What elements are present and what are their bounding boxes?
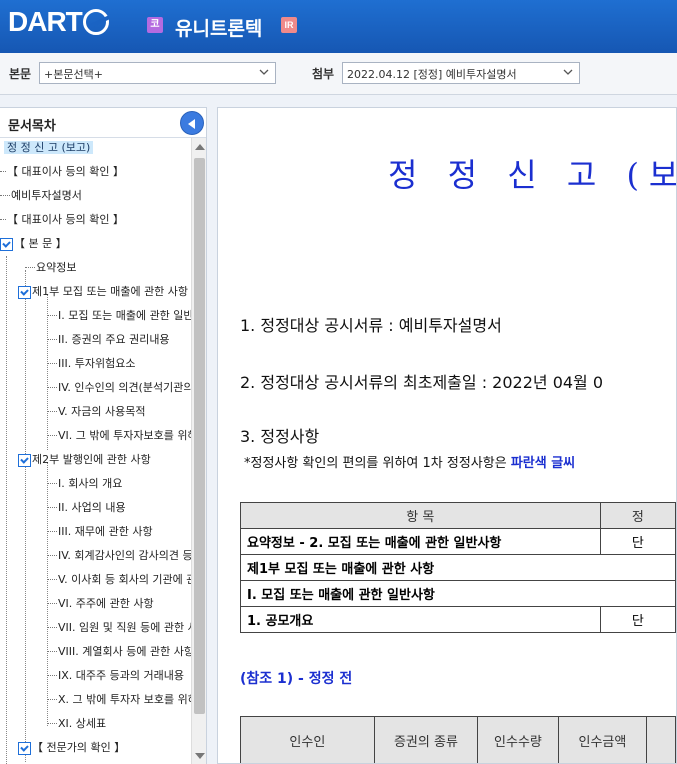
toc-item[interactable]: III. 투자위험요소 — [47, 354, 135, 378]
table-cell: 1. 공모개요 — [240, 606, 601, 633]
main-select-label: 본문 — [9, 67, 32, 81]
company-name[interactable]: 유니트론텍 — [175, 14, 262, 41]
toc-item[interactable]: VIII. 계열회사 등에 관한 사항 — [47, 642, 194, 666]
document-viewer[interactable]: 정 정 신 고 (보고) 1. 정정대상 공시서류 : 예비투자설명서 2. 정… — [217, 107, 677, 764]
table-header-row: 인수인 증권의 종류 인수수량 인수금액 — [240, 716, 676, 763]
chevron-down-icon — [259, 69, 269, 75]
doc-note: *정정사항 확인의 편의를 위하여 1차 정정사항은 파란색 글씨 — [244, 452, 575, 471]
toc-item[interactable]: X. 그 밖에 투자자 보호를 위하여 필요한 사항 — [47, 690, 206, 714]
expand-toggle-icon[interactable] — [0, 237, 13, 251]
attach-select-label: 첨부 — [312, 67, 335, 81]
table-row: 제1부 모집 또는 매출에 관한 사항 — [240, 554, 676, 581]
toc-item[interactable]: 제1부 모집 또는 매출에 관한 사항 — [18, 282, 188, 306]
main-section-select[interactable]: +본문선택+ — [39, 62, 276, 84]
toc-item[interactable]: 요약정보 — [25, 258, 76, 282]
expand-toggle-icon[interactable] — [18, 741, 31, 755]
doc-item-1: 1. 정정대상 공시서류 : 예비투자설명서 — [240, 316, 502, 335]
main-select-value: +본문선택+ — [44, 68, 103, 81]
toc-item[interactable]: 제2부 발행인에 관한 사항 — [18, 450, 151, 474]
table-cell: 단 — [599, 606, 676, 633]
correction-table: 항 목 정 요약정보 - 2. 모집 또는 매출에 관한 일반사항 단 제1부 … — [240, 502, 676, 633]
attachment-select[interactable]: 2022.04.12 [정정] 예비투자설명서 — [342, 62, 580, 84]
toc-item[interactable]: V. 자금의 사용목적 — [47, 402, 145, 426]
toc-item[interactable]: 정 정 신 고 (보고) — [4, 138, 94, 162]
doc-item-2: 2. 정정대상 공시서류의 최초제출일 : 2022년 04월 0 — [240, 373, 604, 392]
expand-toggle-icon[interactable] — [18, 285, 31, 299]
document-title: 정 정 신 고 (보고) — [388, 156, 676, 194]
toc-item[interactable]: 【 전문가의 확인 】 — [18, 738, 125, 762]
document-selector-bar: 본문 +본문선택+ 첨부 2022.04.12 [정정] 예비투자설명서 — [0, 53, 677, 95]
dart-logo[interactable]: DART — [8, 6, 109, 38]
table-cell: 단 — [599, 528, 676, 555]
underwriter-table: 인수인 증권의 종류 인수수량 인수금액 — [240, 716, 676, 763]
tree-guide-line — [6, 256, 7, 764]
scroll-down-arrow-icon[interactable] — [195, 753, 205, 759]
toc-scrollbar[interactable] — [191, 138, 206, 764]
toc-item[interactable]: XI. 상세표 — [47, 714, 106, 738]
toc-item[interactable]: III. 재무에 관한 사항 — [47, 522, 153, 546]
toc-item[interactable]: IV. 회계감사인의 감사의견 등 — [47, 546, 193, 570]
toc-item[interactable]: I. 모집 또는 매출에 관한 일반사항 — [47, 306, 206, 330]
ir-badge[interactable]: IR — [281, 17, 297, 33]
toc-item[interactable]: II. 증권의 주요 권리내용 — [47, 330, 170, 354]
toc-item[interactable]: 【 대표이사 등의 확인 】 — [0, 210, 124, 234]
scroll-thumb[interactable] — [194, 158, 205, 714]
doc-item-3: 3. 정정사항 — [240, 427, 320, 446]
toc-title: 문서목차 — [0, 108, 206, 138]
logo-text: DART — [8, 6, 83, 37]
tree-guide-line — [25, 270, 26, 762]
toc-item[interactable]: VI. 주주에 관한 사항 — [47, 594, 154, 618]
toc-item[interactable]: 【 본 문 】 — [0, 234, 67, 258]
table-cell: 요약정보 - 2. 모집 또는 매출에 관한 일반사항 — [240, 528, 601, 555]
dart-header: DART 코 유니트론텍 IR — [0, 0, 677, 53]
table-row: 1. 공모개요 단 — [240, 606, 676, 633]
attach-select-value: 2022.04.12 [정정] 예비투자설명서 — [347, 68, 517, 81]
table-row: 요약정보 - 2. 모집 또는 매출에 관한 일반사항 단 — [240, 528, 676, 555]
logo-o-mark — [82, 9, 109, 35]
toc-item[interactable]: 【 대표이사 등의 확인 】 — [0, 162, 124, 186]
collapse-sidebar-button[interactable] — [180, 111, 204, 135]
document-toc-sidebar: 문서목차 정 정 신 고 (보고) 【 대표이사 등의 확인 】 예비투자설명서… — [0, 107, 207, 764]
chevron-down-icon — [563, 69, 573, 75]
table-header-cell: 인수금액 — [557, 716, 648, 763]
toc-item[interactable]: II. 사업의 내용 — [47, 498, 126, 522]
toc-item[interactable]: VI. 그 밖에 투자자보호를 위해 필요한 사항 — [47, 426, 206, 450]
toc-item[interactable]: IV. 인수인의 의견(분석기관의 평가의견) — [47, 378, 206, 402]
table-header-cell: 증권의 종류 — [373, 716, 479, 763]
table-header-cell: 인수수량 — [477, 716, 559, 763]
table-cell: I. 모집 또는 매출에 관한 일반사항 — [240, 580, 676, 607]
toc-item[interactable]: 예비투자설명서 — [0, 186, 82, 210]
toc-item[interactable]: VII. 임원 및 직원 등에 관한 사항 — [47, 618, 206, 642]
toc-tree: 정 정 신 고 (보고) 【 대표이사 등의 확인 】 예비투자설명서 【 대표… — [0, 138, 206, 764]
table-header-row: 항 목 정 — [240, 502, 676, 529]
expand-toggle-icon[interactable] — [18, 453, 31, 467]
table-row: I. 모집 또는 매출에 관한 일반사항 — [240, 580, 676, 607]
reference-heading: (참조 1) - 정정 전 — [240, 671, 353, 687]
note-emphasis: 파란색 글씨 — [510, 456, 576, 471]
table-cell: 제1부 모집 또는 매출에 관한 사항 — [240, 554, 676, 581]
note-text: *정정사항 확인의 편의를 위하여 1차 정정사항은 — [244, 456, 511, 471]
toc-item[interactable]: I. 회사의 개요 — [47, 474, 122, 498]
table-header-cell: 정 — [599, 502, 676, 529]
corp-class-badge: 코 — [147, 17, 163, 33]
scroll-up-arrow-icon[interactable] — [195, 144, 205, 150]
table-header-cell — [646, 716, 676, 763]
table-header-cell: 인수인 — [240, 716, 375, 763]
toc-item[interactable]: IX. 대주주 등과의 거래내용 — [47, 666, 184, 690]
table-header-cell: 항 목 — [240, 502, 601, 529]
toc-item[interactable]: V. 이사회 등 회사의 기관에 관한 사항 — [47, 570, 206, 594]
